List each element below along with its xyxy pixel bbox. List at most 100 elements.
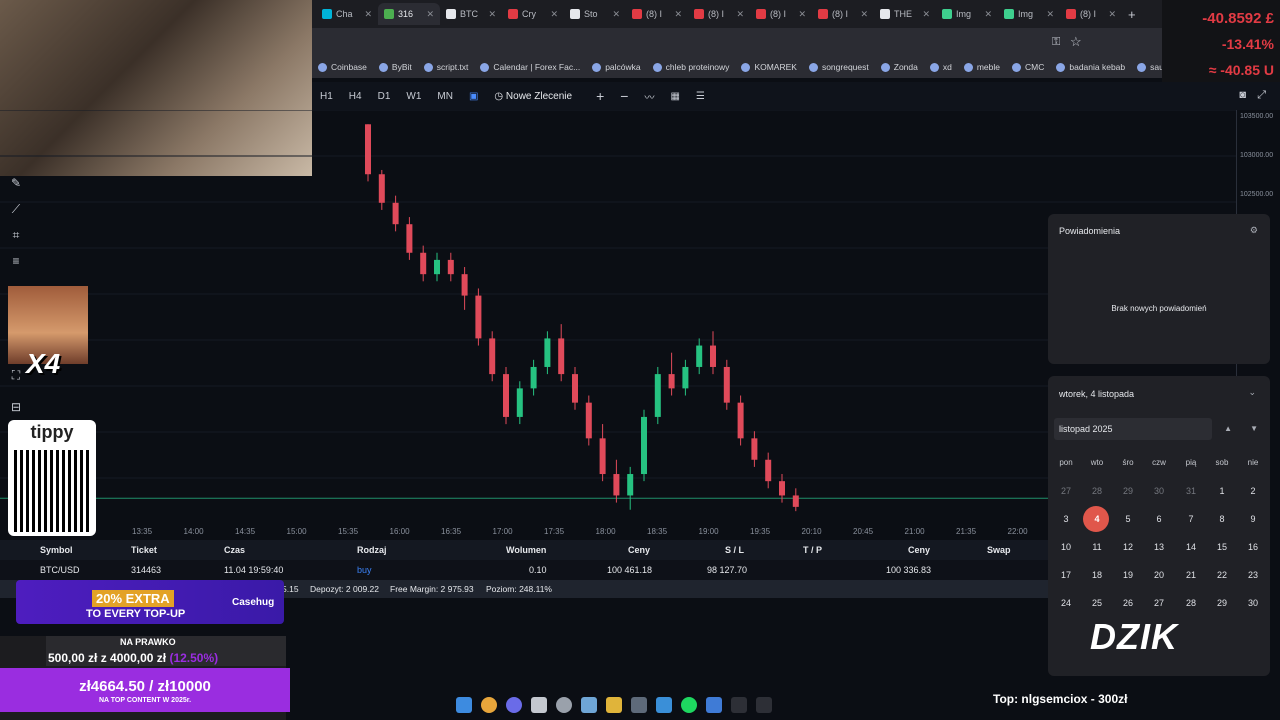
calendar-day[interactable]: 31 [1178,486,1204,496]
timeframe-h4[interactable]: H4 [341,91,370,102]
close-tab-icon[interactable]: ✕ [860,9,868,20]
candle-body[interactable] [503,374,509,417]
discord-icon[interactable] [506,697,522,713]
bookmark-item[interactable]: badania kebab [1056,62,1125,72]
candle-body[interactable] [751,438,758,460]
layers-tool-icon[interactable]: ⊟ [8,400,24,416]
candle-body[interactable] [585,402,592,439]
chart-type-icon[interactable]: ▣ [461,91,486,102]
calendar-day[interactable]: 14 [1178,542,1204,552]
address-bar[interactable]: ⚿ ☆ [312,28,1162,56]
calendar-day[interactable]: 22 [1209,570,1235,580]
browser-tab[interactable]: Img ✕ [998,3,1060,25]
bookmark-item[interactable]: Zonda [880,62,918,72]
chevron-down-icon[interactable]: ⌄ [1248,387,1256,398]
close-tab-icon[interactable]: ✕ [364,9,372,20]
candle-body[interactable] [779,481,785,496]
candle-body[interactable] [530,366,537,389]
bookmark-item[interactable]: meble [963,62,1000,72]
bookmark-item[interactable]: xd [929,62,952,72]
close-tab-icon[interactable]: ✕ [1108,9,1116,20]
next-month-icon[interactable]: ▼ [1250,424,1258,433]
column-header[interactable]: Rodzaj [357,545,387,555]
calendar-day[interactable]: 27 [1053,486,1079,496]
calendar-day[interactable]: 2 [1240,486,1266,496]
close-tab-icon[interactable]: ✕ [798,9,806,20]
calendar-day[interactable]: 24 [1053,598,1079,608]
close-tab-icon[interactable]: ✕ [922,9,930,20]
calendar-day[interactable]: 3 [1053,514,1079,524]
pencil-tool-icon[interactable]: ✎ [8,176,24,192]
close-tab-icon[interactable]: ✕ [550,9,558,20]
candle-body[interactable] [392,202,399,225]
measure-tool-icon[interactable]: ⛶ [8,368,24,384]
folder-icon[interactable] [606,697,622,713]
column-header[interactable]: Symbol [40,545,73,555]
calendar-day[interactable]: 10 [1053,542,1079,552]
calendar-day[interactable]: 11 [1084,542,1110,552]
column-header[interactable]: Wolumen [506,545,546,555]
candle-body[interactable] [475,295,482,339]
candle-body[interactable] [710,345,716,367]
spotify-icon[interactable] [681,697,697,713]
candle-body[interactable] [420,252,427,275]
browser-tab[interactable]: (8) I ✕ [750,3,812,25]
calendar-day[interactable]: 30 [1240,598,1266,608]
column-header[interactable]: S / L [725,545,744,555]
candle-body[interactable] [447,259,454,275]
zoom-out-button[interactable]: − [612,88,636,104]
calendar-day[interactable]: 7 [1178,514,1204,524]
close-tab-icon[interactable]: ✕ [488,9,496,20]
bookmark-item[interactable]: KOMAREK [741,62,797,72]
browser-tab[interactable]: 316 ✕ [378,3,440,25]
calendar-day[interactable]: 15 [1209,542,1235,552]
candle-body[interactable] [696,345,703,367]
calendar-day[interactable]: 29 [1209,598,1235,608]
column-header[interactable]: Ticket [131,545,157,555]
candle-body[interactable] [613,474,620,496]
app-icon[interactable] [656,697,672,713]
timeframe-w1[interactable]: W1 [398,91,429,102]
calendar-icon[interactable]: ▦ [662,91,687,102]
column-header[interactable]: Ceny [628,545,650,555]
calendar-day[interactable]: 6 [1146,514,1172,524]
new-tab-button[interactable]: + [1128,7,1136,22]
calendar-day[interactable]: 9 [1240,514,1266,524]
calendar-day[interactable]: 12 [1115,542,1141,552]
bookmark-item[interactable]: palcówka [592,62,641,72]
column-header[interactable]: Swap [987,545,1011,555]
browser-tab[interactable]: (8) I ✕ [1060,3,1122,25]
browser-tab[interactable]: Cry ✕ [502,3,564,25]
timeframe-h1[interactable]: H1 [312,91,341,102]
calendar-day[interactable]: 17 [1053,570,1079,580]
camera-icon[interactable]: ◙ [1239,89,1246,101]
timeframe-d1[interactable]: D1 [370,91,399,102]
calendar-day[interactable]: 30 [1146,486,1172,496]
bookmark-item[interactable]: Coinbase [318,62,367,72]
column-header[interactable]: T / P [803,545,822,555]
text-tool-icon[interactable]: ≡ [8,254,24,270]
steam-icon[interactable] [581,697,597,713]
calendar-day[interactable]: 21 [1178,570,1204,580]
calendar-day[interactable]: 25 [1084,598,1110,608]
start-icon[interactable] [456,697,472,713]
candle-body[interactable] [544,338,551,367]
browser-tab[interactable]: Cha ✕ [316,3,378,25]
candle-body[interactable] [627,474,634,496]
calendar-day[interactable]: 28 [1178,598,1204,608]
candle-body[interactable] [641,416,647,475]
close-tab-icon[interactable]: ✕ [1046,9,1054,20]
candle-body[interactable] [365,124,371,175]
column-header[interactable]: Czas [224,545,245,555]
bookmark-item[interactable]: CMC [1012,62,1044,72]
calendar-day[interactable]: 18 [1084,570,1110,580]
zoom-in-button[interactable]: + [588,88,612,104]
calendar-day[interactable]: 23 [1240,570,1266,580]
app-icon[interactable] [631,697,647,713]
candle-body[interactable] [765,459,772,482]
prev-month-icon[interactable]: ▲ [1224,424,1232,433]
indicator-icon[interactable]: 〰 [636,89,662,104]
column-header[interactable]: Ceny [908,545,930,555]
browser-tab[interactable]: Img ✕ [936,3,998,25]
shape-tool-icon[interactable]: ⌗ [8,228,24,244]
